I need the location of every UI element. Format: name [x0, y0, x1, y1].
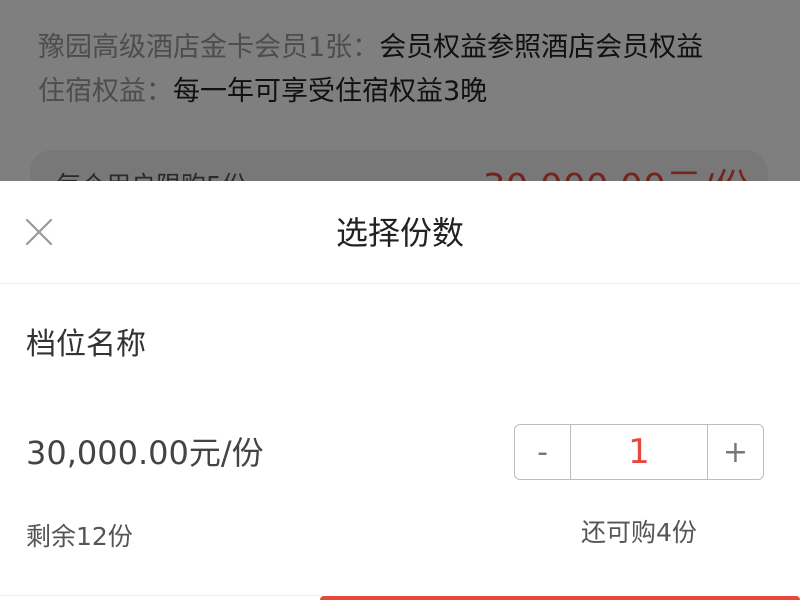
quantity-stepper: - 1 + — [514, 424, 764, 480]
increment-button[interactable]: + — [707, 425, 763, 479]
decrement-button[interactable]: - — [515, 425, 571, 479]
unit-price: 30,000.00元/份 — [26, 434, 264, 472]
tier-name: 档位名称 — [26, 327, 146, 362]
page: 豫园高级酒店金卡会员1张：会员权益参照酒店会员权益 住宿权益：每一年可享受住宿权… — [0, 0, 800, 600]
footer-divider — [0, 595, 320, 596]
purchasable-count: 还可购4份 — [581, 518, 697, 547]
quantity-input[interactable]: 1 — [571, 425, 707, 479]
sheet-title: 选择份数 — [335, 214, 464, 252]
quantity-sheet: 选择份数 档位名称 30,000.00元/份 - 1 + 剩余12份 还可购4份 — [0, 181, 800, 600]
sheet-header: 选择份数 — [0, 181, 800, 284]
confirm-button[interactable] — [320, 596, 800, 600]
remaining-stock: 剩余12份 — [26, 522, 133, 551]
